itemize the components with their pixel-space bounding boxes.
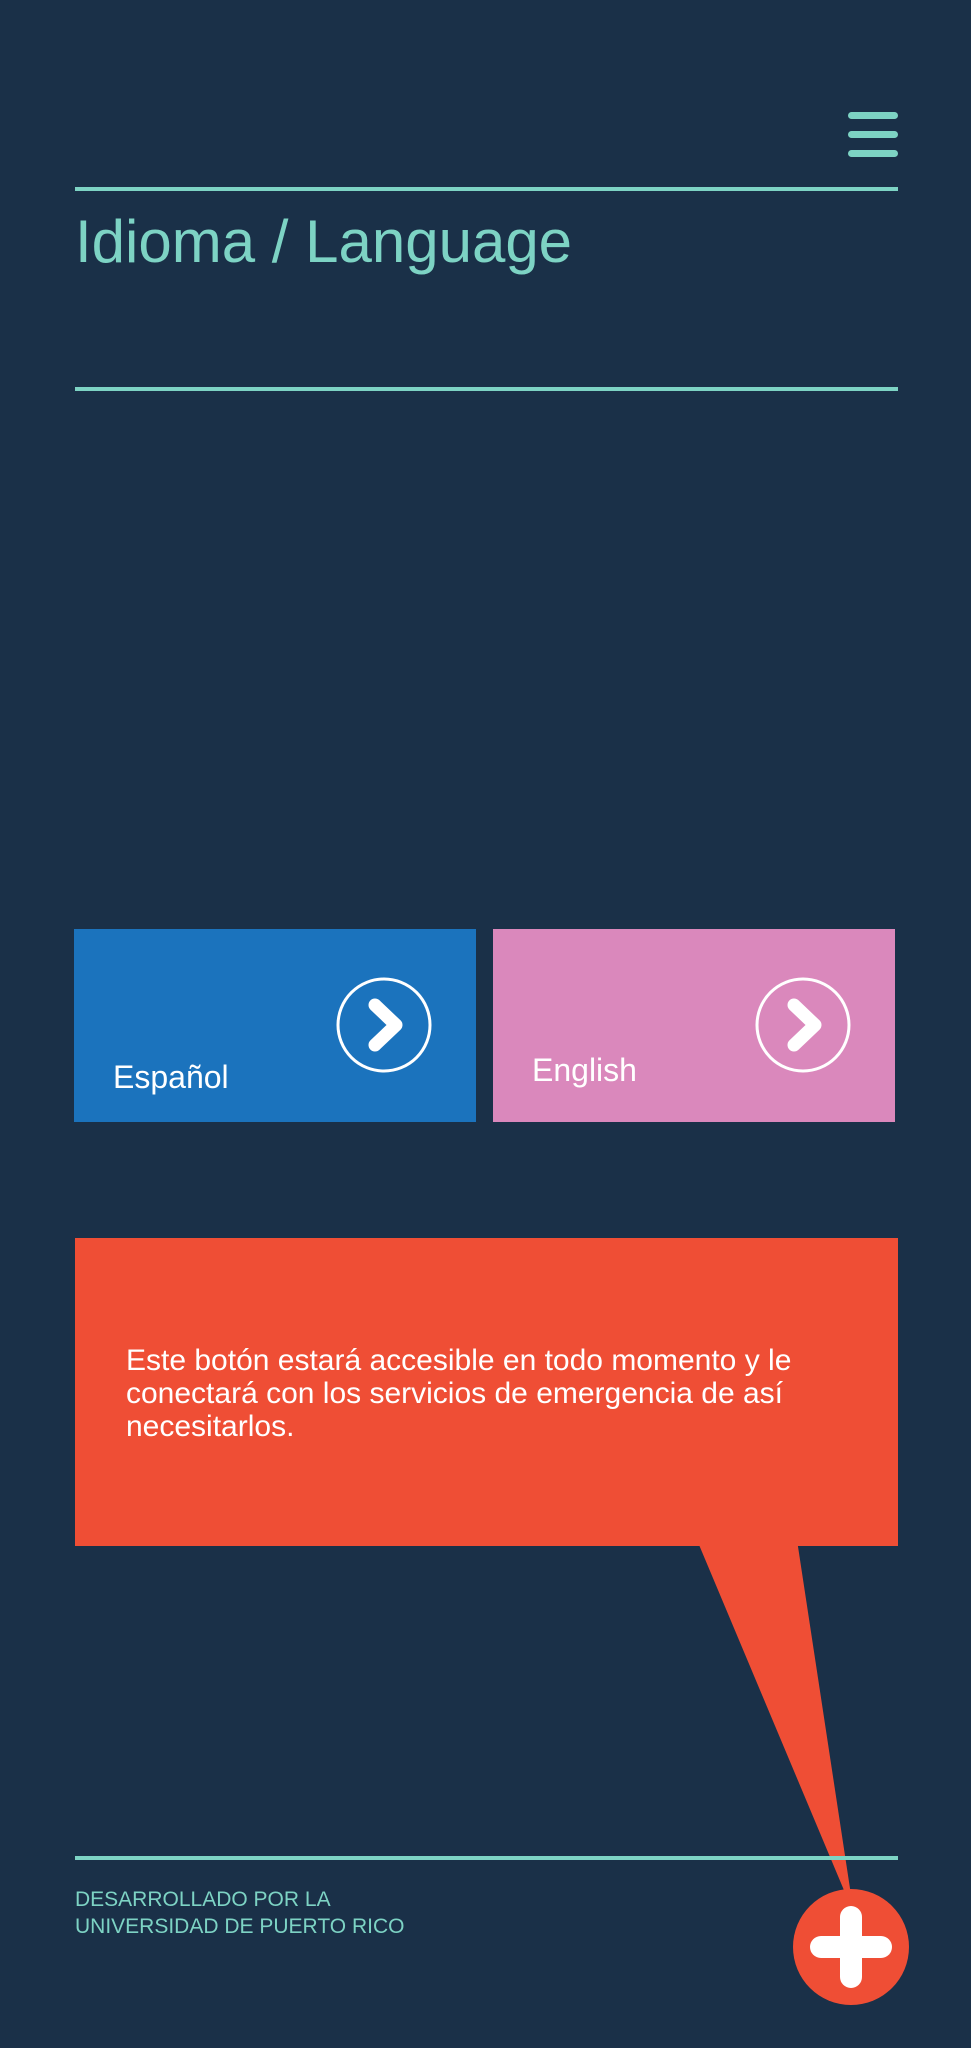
footer-divider	[75, 1856, 898, 1860]
plus-icon	[810, 1906, 892, 1988]
footer-credit-line-2: UNIVERSIDAD DE PUERTO RICO	[75, 1915, 405, 1938]
emergency-callout: Este botón estará accesible en todo mome…	[75, 1238, 898, 1546]
footer-credit-line-1: DESARROLLADO POR LA	[75, 1888, 331, 1911]
callout-pointer	[697, 1540, 851, 1895]
footer-credit: DESARROLLADO POR LA UNIVERSIDAD DE PUERT…	[75, 1886, 404, 1940]
callout-text: Este botón estará accesible en todo mome…	[126, 1344, 792, 1443]
emergency-button[interactable]	[793, 1889, 909, 2005]
